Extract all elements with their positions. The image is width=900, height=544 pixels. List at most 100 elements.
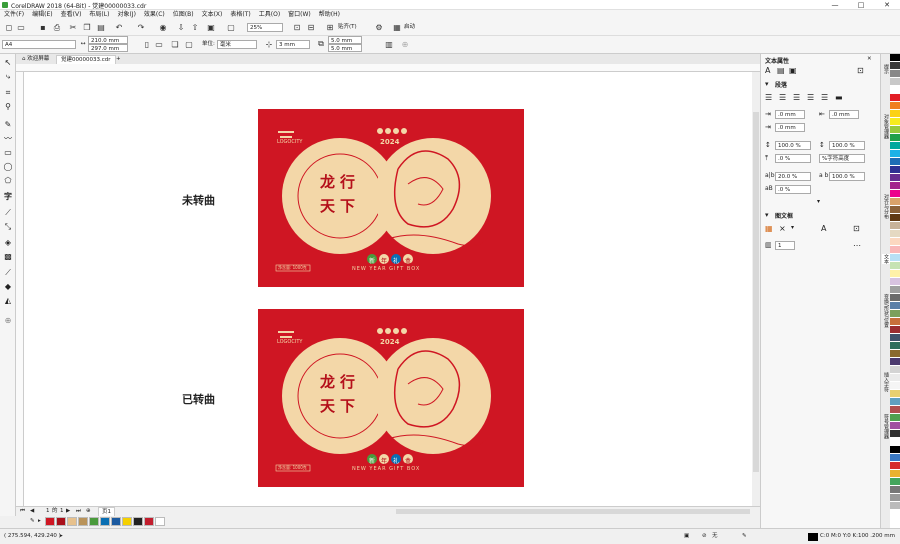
zoom-level-field[interactable]: 25% [247, 23, 283, 32]
launch-dropdown[interactable]: 启动 [404, 23, 415, 32]
palette-swatch[interactable] [890, 486, 900, 494]
redo-icon[interactable]: ↷ [136, 23, 146, 33]
palette-swatch[interactable] [890, 222, 900, 230]
full-screen-icon[interactable]: ▢ [226, 23, 236, 33]
lang-spacing-field[interactable]: .0 % [775, 185, 811, 194]
menu-window[interactable]: 窗口(W) [284, 10, 315, 20]
palette-swatch[interactable] [890, 342, 900, 350]
unit-select[interactable]: 毫米 [217, 40, 257, 49]
tab-welcome[interactable]: ⌂ 欢迎屏幕 [18, 55, 53, 64]
palette-swatch[interactable] [890, 358, 900, 366]
palette-swatch[interactable] [890, 366, 900, 374]
word-spacing-field[interactable]: 100.0 % [829, 172, 865, 181]
current-page-icon[interactable]: ▢ [184, 40, 194, 50]
text-direction-icon[interactable]: A [821, 224, 826, 233]
paragraph-tab-icon[interactable]: ▤ [777, 66, 785, 75]
menu-file[interactable]: 文件(F) [0, 10, 28, 20]
palette-swatch[interactable] [890, 334, 900, 342]
char-spacing-field[interactable]: 20.0 % [775, 172, 811, 181]
menu-help[interactable]: 帮助(H) [315, 10, 344, 20]
cut-icon[interactable]: ✂ [68, 23, 78, 33]
smart-fill-icon[interactable]: ◭ [3, 296, 13, 306]
palette-swatch[interactable] [890, 382, 900, 390]
columns-field[interactable]: 1 [775, 241, 795, 250]
page-width-field[interactable]: 210.0 mm [88, 36, 128, 44]
drop-shadow-icon[interactable]: ◈ [3, 238, 13, 248]
palette-swatch[interactable] [890, 438, 900, 446]
expand-more-icon[interactable]: ▾ [817, 198, 820, 205]
docker-tab-object-manager[interactable]: 对象管理器 [882, 114, 890, 139]
palette-swatch[interactable] [890, 318, 900, 326]
palette-swatch[interactable] [890, 190, 900, 198]
more-options-icon[interactable]: ⋯ [853, 241, 861, 250]
frame-tab-icon[interactable]: ▣ [789, 66, 797, 75]
launch-icon[interactable]: ▦ [392, 23, 402, 33]
palette-swatch[interactable] [890, 494, 900, 502]
transparency-icon[interactable]: ▩ [3, 252, 13, 262]
ellipse-tool-icon[interactable]: ◯ [3, 162, 13, 172]
next-page-button[interactable]: ▶ [66, 507, 70, 516]
palette-swatch[interactable] [890, 166, 900, 174]
snap-to-icon[interactable]: ⊞ [325, 23, 335, 33]
palette-swatch[interactable] [890, 102, 900, 110]
new-document-icon[interactable]: ◻ [4, 23, 14, 33]
palette-swatch[interactable] [144, 517, 154, 526]
docker-tab-hints[interactable]: 提示 [882, 64, 890, 74]
minimize-button[interactable]: — [822, 0, 848, 10]
save-icon[interactable]: ▪ [38, 23, 48, 33]
palette-swatch[interactable] [890, 310, 900, 318]
palette-swatch[interactable] [890, 462, 900, 470]
spacing-mode-select[interactable]: %字符高度 [819, 154, 865, 163]
palette-swatch[interactable] [67, 517, 77, 526]
outline-pen-icon[interactable]: ✎ [742, 532, 747, 541]
eyedropper-palette-icon[interactable]: ✎ [30, 517, 35, 526]
palette-swatch[interactable] [890, 470, 900, 478]
portrait-icon[interactable]: ▯ [142, 40, 152, 50]
add-frame-icon[interactable]: ⊕ [400, 40, 410, 50]
palette-swatch[interactable] [890, 326, 900, 334]
close-button[interactable]: ✕ [874, 0, 900, 10]
docker-tab-symbol-manager[interactable]: 符号管理器 [882, 414, 890, 439]
interactive-fill-icon[interactable]: ◆ [3, 282, 13, 292]
current-page-number[interactable]: 1 [46, 507, 50, 516]
docker-tab-text[interactable]: 文本 [882, 254, 890, 264]
palette-swatch[interactable] [890, 62, 900, 70]
menu-layout[interactable]: 布局(L) [85, 10, 113, 20]
status-arrow-icon[interactable]: ▸ [60, 532, 63, 541]
landscape-icon[interactable]: ▭ [154, 40, 164, 50]
add-page-button[interactable]: ⊕ [86, 507, 91, 516]
para-spacing-field[interactable]: 100.0 % [829, 141, 865, 150]
zoom-to-page-icon[interactable]: ⊡ [292, 23, 302, 33]
docker-tab-align[interactable]: 对齐与分布 [882, 194, 890, 219]
palette-swatch[interactable] [890, 422, 900, 430]
docker-tab-transform[interactable]: 变换/形状/位置 [882, 294, 890, 327]
add-tool-icon[interactable]: ⊕ [3, 316, 13, 326]
palette-swatch[interactable] [890, 390, 900, 398]
zoom-tool-icon[interactable]: ⚲ [3, 102, 13, 112]
align-left-icon[interactable]: ☰ [779, 93, 786, 102]
menu-object[interactable]: 对象(J) [113, 10, 139, 20]
pick-tool-icon[interactable]: ↖ [3, 58, 13, 68]
options-gear-icon[interactable]: ⚙ [374, 23, 384, 33]
palette-swatch[interactable] [890, 158, 900, 166]
palette-swatch[interactable] [890, 174, 900, 182]
gift-box-design-top[interactable]: LOGOCITY 2024 龙 行 天 下 新 年 礼 盒 NEW YEAR G… [258, 109, 524, 287]
gift-box-design-bottom[interactable]: LOGOCITY 2024 龙 行 天 下 新 年 礼 盒 NEW YEAR G… [258, 309, 524, 487]
palette-swatch[interactable] [890, 54, 900, 62]
align-center-icon[interactable]: ☰ [793, 93, 800, 102]
justify-icon[interactable]: ☰ [821, 93, 828, 102]
duplicate-y-field[interactable]: 5.0 mm [328, 44, 362, 52]
page-border-icon[interactable]: ▥ [384, 40, 394, 50]
nudge-distance-field[interactable]: 3 mm [276, 40, 310, 49]
menu-bitmaps[interactable]: 位图(B) [169, 10, 198, 20]
panel-close-icon[interactable]: ✕ [867, 56, 872, 62]
export-icon[interactable]: ⇧ [190, 23, 200, 33]
menu-effects[interactable]: 效果(C) [140, 10, 169, 20]
docker-tab-insert-char[interactable]: 插入字符 [882, 372, 890, 392]
palette-swatch[interactable] [890, 70, 900, 78]
palette-swatch[interactable] [890, 478, 900, 486]
text-tool-icon[interactable]: 字 [3, 192, 13, 202]
first-line-indent-field[interactable]: .0 mm [775, 123, 805, 132]
right-indent-field[interactable]: .0 mm [829, 110, 859, 119]
maximize-button[interactable]: □ [848, 0, 874, 10]
